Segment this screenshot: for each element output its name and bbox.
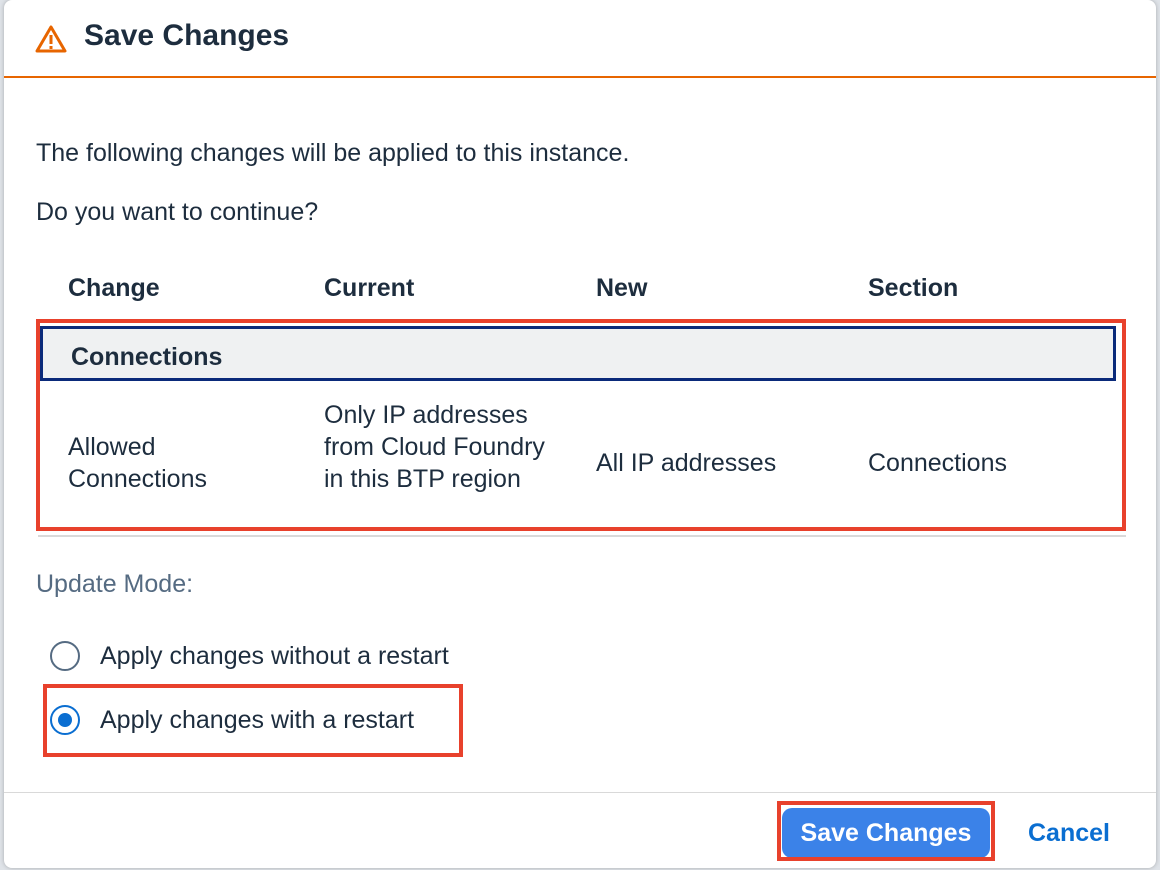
- cell-change: Allowed Connections: [68, 433, 207, 493]
- save-changes-dialog: Save Changes The following changes will …: [4, 0, 1156, 868]
- group-label: Connections: [71, 343, 223, 371]
- table-group-row[interactable]: Connections: [40, 326, 1116, 381]
- save-changes-button[interactable]: Save Changes: [782, 808, 990, 858]
- column-header-current: Current: [324, 274, 415, 302]
- dialog-header: Save Changes: [4, 0, 1156, 78]
- warning-triangle-icon: [35, 25, 67, 53]
- dialog-message: The following changes will be applied to…: [36, 139, 630, 167]
- cell-section: Connections: [868, 449, 1007, 477]
- footer-divider: [4, 792, 1156, 793]
- radio-option-without-restart[interactable]: Apply changes without a restart: [50, 641, 449, 671]
- column-header-change: Change: [68, 274, 160, 302]
- radio-button-selected[interactable]: [50, 705, 80, 735]
- radio-label: Apply changes with a restart: [100, 705, 415, 734]
- radio-label: Apply changes without a restart: [100, 641, 449, 670]
- dialog-question: Do you want to continue?: [36, 198, 319, 226]
- dialog-title: Save Changes: [84, 19, 290, 52]
- column-header-section: Section: [868, 274, 959, 302]
- table-divider: [38, 535, 1126, 537]
- cell-current: Only IP addresses from Cloud Foundry in …: [324, 401, 545, 493]
- radio-button[interactable]: [50, 641, 80, 671]
- cancel-button[interactable]: Cancel: [1014, 808, 1124, 858]
- radio-option-with-restart[interactable]: Apply changes with a restart: [50, 705, 414, 735]
- update-mode-label: Update Mode:: [36, 570, 194, 598]
- column-header-new: New: [596, 274, 648, 302]
- cell-new: All IP addresses: [596, 449, 777, 477]
